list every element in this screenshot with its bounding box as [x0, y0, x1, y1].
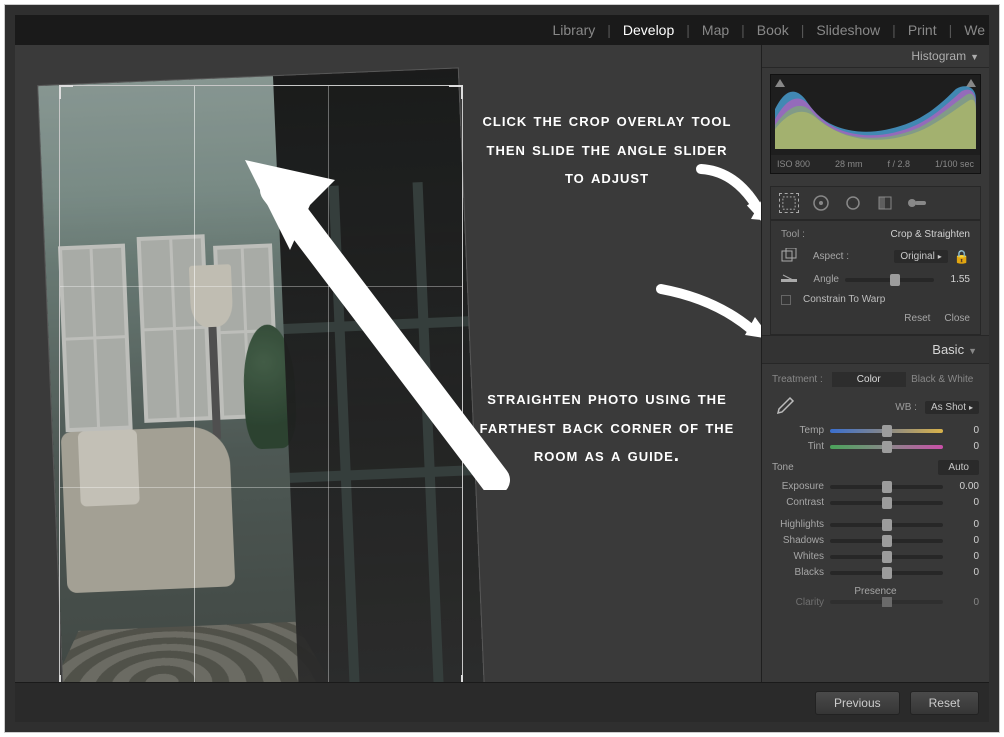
whites-label: Whites: [772, 551, 824, 562]
module-picker: Library | Develop | Map | Book | Slidesh…: [15, 15, 989, 45]
treatment-label: Treatment :: [772, 374, 832, 385]
module-map[interactable]: Map: [698, 22, 733, 38]
module-slideshow[interactable]: Slideshow: [812, 22, 884, 38]
aspect-label: Aspect :: [805, 251, 849, 262]
module-web[interactable]: We: [960, 22, 989, 38]
annotation-bottom: straighten photo using the farthest back…: [477, 385, 737, 471]
contrast-label: Contrast: [772, 497, 824, 508]
clarity-slider[interactable]: [830, 600, 943, 604]
histogram-header[interactable]: Histogram▼: [762, 45, 989, 68]
redeye-tool-icon[interactable]: [843, 193, 863, 213]
basic-panel: Treatment : Color Black & White WB : As …: [762, 364, 989, 620]
angle-value[interactable]: 1.55: [940, 274, 970, 285]
highlights-slider[interactable]: [830, 523, 943, 527]
tone-label: Tone: [772, 462, 794, 473]
right-panel: Histogram▼ ISO 800 28 mm: [761, 45, 989, 722]
crop-close-button[interactable]: Close: [944, 313, 970, 324]
crop-tool-label: Tool :: [781, 229, 805, 240]
wb-select[interactable]: As Shot▸: [925, 401, 979, 414]
histo-shutter: 1/100 sec: [935, 159, 974, 169]
tint-value[interactable]: 0: [949, 441, 979, 452]
module-print[interactable]: Print: [904, 22, 941, 38]
histo-focal: 28 mm: [835, 159, 863, 169]
whites-slider[interactable]: [830, 555, 943, 559]
module-library[interactable]: Library: [548, 22, 599, 38]
contrast-slider[interactable]: [830, 501, 943, 505]
tool-strip: [770, 186, 981, 220]
spot-removal-icon[interactable]: [811, 193, 831, 213]
crop-reset-button[interactable]: Reset: [904, 313, 930, 324]
module-develop[interactable]: Develop: [619, 22, 678, 38]
aspect-icon[interactable]: [781, 248, 799, 265]
blacks-slider[interactable]: [830, 571, 943, 575]
arrow-annotation-tool: [695, 161, 761, 231]
crop-tool-name: Crop & Straighten: [891, 229, 971, 240]
highlights-label: Highlights: [772, 519, 824, 530]
exposure-label: Exposure: [772, 481, 824, 492]
temp-label: Temp: [772, 425, 824, 436]
histo-iso: ISO 800: [777, 159, 810, 169]
temp-value[interactable]: 0: [949, 425, 979, 436]
presence-label: Presence: [772, 586, 979, 597]
exposure-value[interactable]: 0.00: [949, 481, 979, 492]
image-canvas[interactable]: click the crop overlay tool then slide t…: [15, 45, 761, 722]
angle-slider[interactable]: [845, 278, 934, 282]
arrow-annotation-slider: [655, 279, 761, 349]
exposure-slider[interactable]: [830, 485, 943, 489]
histo-aperture: f / 2.8: [887, 159, 910, 169]
blacks-label: Blacks: [772, 567, 824, 578]
arrow-annotation-main: [215, 130, 515, 490]
module-book[interactable]: Book: [753, 22, 793, 38]
angle-label: Angle: [805, 274, 839, 285]
shadows-slider[interactable]: [830, 539, 943, 543]
temp-slider[interactable]: [830, 429, 943, 433]
wb-label: WB :: [895, 402, 917, 413]
tint-slider[interactable]: [830, 445, 943, 449]
aspect-select[interactable]: Original▸: [894, 250, 947, 263]
treatment-bw[interactable]: Black & White: [906, 372, 980, 387]
crop-tool-icon[interactable]: [779, 193, 799, 213]
shadows-value[interactable]: 0: [949, 535, 979, 546]
brush-tool-icon[interactable]: [907, 193, 927, 213]
contrast-value[interactable]: 0: [949, 497, 979, 508]
bottom-bar: Previous Reset: [15, 682, 989, 722]
constrain-label: Constrain To Warp: [803, 294, 885, 305]
whites-value[interactable]: 0: [949, 551, 979, 562]
previous-button[interactable]: Previous: [815, 691, 900, 715]
aspect-lock-icon[interactable]: 🔒: [954, 249, 970, 265]
treatment-color[interactable]: Color: [832, 372, 906, 387]
wb-eyedropper-icon[interactable]: [772, 395, 796, 419]
crop-panel: Tool : Crop & Straighten Aspect : Origin…: [770, 220, 981, 335]
basic-header[interactable]: Basic▼: [762, 335, 989, 364]
constrain-checkbox[interactable]: [781, 295, 791, 305]
histogram[interactable]: ISO 800 28 mm f / 2.8 1/100 sec: [770, 74, 981, 174]
clarity-label: Clarity: [772, 597, 824, 607]
grad-filter-icon[interactable]: [875, 193, 895, 213]
shadows-label: Shadows: [772, 535, 824, 546]
angle-icon[interactable]: [781, 273, 799, 286]
tint-label: Tint: [772, 441, 824, 452]
reset-button[interactable]: Reset: [910, 691, 979, 715]
auto-tone-button[interactable]: Auto: [938, 460, 979, 475]
blacks-value[interactable]: 0: [949, 567, 979, 578]
highlights-value[interactable]: 0: [949, 519, 979, 530]
histogram-plot: [775, 79, 976, 149]
